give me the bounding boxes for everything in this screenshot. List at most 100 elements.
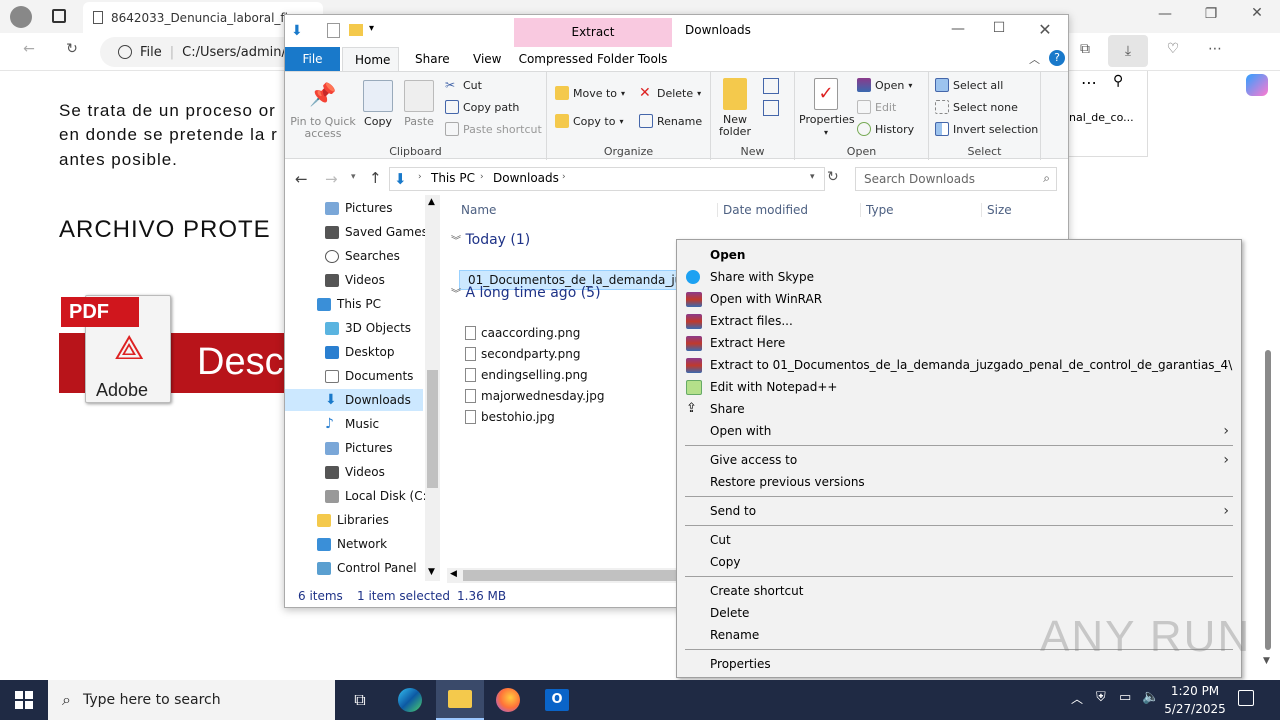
- tab-file[interactable]: File: [285, 47, 340, 71]
- column-name[interactable]: Name: [461, 203, 496, 217]
- help-icon[interactable]: ?: [1049, 50, 1065, 66]
- more-menu-icon[interactable]: ⋯: [1200, 41, 1230, 57]
- scroll-down-icon[interactable]: ▼: [428, 567, 435, 577]
- delete-button[interactable]: ✕ Delete ▾: [639, 86, 701, 100]
- collapse-ribbon-icon[interactable]: ︿: [1029, 51, 1040, 67]
- minimize-button[interactable]: —: [938, 21, 978, 37]
- nav-item-desktop[interactable]: Desktop: [325, 341, 395, 363]
- refresh-icon[interactable]: ↻: [57, 41, 87, 57]
- outlook-taskbar-button[interactable]: O: [533, 680, 581, 720]
- scroll-left-icon[interactable]: ◀: [450, 569, 457, 579]
- browser-maximize-button[interactable]: ❐: [1196, 6, 1226, 22]
- taskbar-search-box[interactable]: ⌕ Type here to search: [48, 680, 335, 720]
- back-icon[interactable]: ←: [295, 170, 308, 188]
- up-icon[interactable]: ↑: [369, 169, 382, 187]
- nav-item-downloads[interactable]: ⬇ Downloads: [285, 389, 423, 411]
- menu-item-cut[interactable]: Cut: [677, 529, 1241, 551]
- pin-icon[interactable]: ⚲: [1113, 73, 1123, 89]
- breadcrumb-downloads[interactable]: Downloads: [493, 171, 559, 185]
- tab-share[interactable]: Share: [403, 47, 453, 71]
- breadcrumb-this-pc[interactable]: This PC: [431, 171, 475, 185]
- refresh-icon[interactable]: ↻: [827, 169, 839, 185]
- new-item-icon[interactable]: [763, 78, 779, 94]
- file-item[interactable]: bestohio.jpg: [465, 407, 555, 427]
- invert-selection-button[interactable]: Invert selection: [935, 122, 1038, 136]
- security-icon[interactable]: ⛨: [1096, 690, 1106, 705]
- menu-item-extract-here[interactable]: Extract Here: [677, 332, 1241, 354]
- address-bar[interactable]: File | C:/Users/admin/: [100, 37, 300, 67]
- menu-item-share-with-skype[interactable]: Share with Skype: [677, 266, 1241, 288]
- menu-item-open[interactable]: Open: [677, 244, 1241, 266]
- task-view-button[interactable]: ⧉: [336, 680, 384, 720]
- group-header-long-time-ago[interactable]: ︾ A long time ago (5): [451, 285, 601, 301]
- nav-item-network[interactable]: Network: [317, 533, 387, 555]
- new-folder-quick-icon[interactable]: [349, 24, 363, 36]
- properties-button[interactable]: ✓ Properties ▾: [799, 78, 855, 139]
- quick-access-down-icon[interactable]: ⬇: [291, 23, 305, 39]
- nav-item-searches[interactable]: Searches: [325, 245, 400, 267]
- start-button[interactable]: [0, 680, 48, 720]
- nav-item-3d-objects[interactable]: 3D Objects: [325, 317, 411, 339]
- column-size[interactable]: Size: [981, 203, 1012, 217]
- tab-view[interactable]: View: [461, 47, 507, 71]
- firefox-taskbar-button[interactable]: [484, 680, 532, 720]
- scroll-thumb[interactable]: [1265, 350, 1271, 650]
- group-header-today[interactable]: ︾ Today (1): [451, 232, 530, 248]
- column-type[interactable]: Type: [860, 203, 894, 217]
- file-explorer-taskbar-button[interactable]: [436, 680, 484, 720]
- browser-essentials-icon[interactable]: ♡: [1158, 41, 1188, 57]
- downloads-button[interactable]: ⤓: [1108, 35, 1148, 67]
- menu-item-copy[interactable]: Copy: [677, 551, 1241, 573]
- file-item[interactable]: secondparty.png: [465, 344, 580, 364]
- notifications-icon[interactable]: [1238, 690, 1254, 706]
- select-all-button[interactable]: Select all: [935, 78, 1003, 92]
- close-button[interactable]: ✕: [1025, 20, 1065, 39]
- copy-button[interactable]: Copy: [361, 80, 395, 128]
- nav-item-pictures-2[interactable]: Pictures: [325, 437, 393, 459]
- browser-minimize-button[interactable]: —: [1150, 6, 1180, 22]
- menu-item-open-with-winrar[interactable]: Open with WinRAR: [677, 288, 1241, 310]
- customize-toolbar-icon[interactable]: ▾: [369, 23, 374, 34]
- tab-home[interactable]: Home: [342, 47, 399, 71]
- rename-button[interactable]: Rename: [639, 114, 702, 128]
- paste-button[interactable]: Paste: [401, 80, 437, 128]
- open-button[interactable]: Open ▾: [857, 78, 912, 92]
- nav-item-videos-2[interactable]: Videos: [325, 461, 385, 483]
- menu-item-open-with[interactable]: Open with ›: [677, 420, 1241, 442]
- file-item[interactable]: endingselling.png: [465, 365, 588, 385]
- paste-shortcut-button[interactable]: Paste shortcut: [445, 122, 542, 136]
- menu-item-extract-to[interactable]: Extract to 01_Documentos_de_la_demanda_j…: [677, 354, 1241, 376]
- nav-item-control-panel[interactable]: Control Panel: [317, 557, 417, 579]
- copy-to-button[interactable]: Copy to ▾: [555, 114, 623, 128]
- network-icon[interactable]: ▭: [1119, 690, 1131, 705]
- menu-item-create-shortcut[interactable]: Create shortcut: [677, 580, 1241, 602]
- scroll-thumb[interactable]: [427, 370, 438, 488]
- nav-item-local-disk[interactable]: Local Disk (C:): [325, 485, 431, 507]
- history-button[interactable]: History: [857, 122, 914, 136]
- move-to-button[interactable]: Move to ▾: [555, 86, 625, 100]
- file-item[interactable]: majorwednesday.jpg: [465, 386, 604, 406]
- browser-close-button[interactable]: ✕: [1242, 5, 1272, 21]
- edit-button[interactable]: Edit: [857, 100, 896, 114]
- menu-item-give-access-to[interactable]: Give access to ›: [677, 449, 1241, 471]
- pdf-download-banner[interactable]: ⟁ Adobe PDF Desc: [59, 295, 299, 403]
- select-none-button[interactable]: Select none: [935, 100, 1018, 114]
- new-folder-button[interactable]: New folder: [715, 78, 755, 138]
- nav-item-this-pc[interactable]: This PC: [317, 293, 381, 315]
- pin-quick-access-button[interactable]: 📌 Pin to Quick access: [289, 80, 357, 140]
- menu-item-share[interactable]: ⇪ Share: [677, 398, 1241, 420]
- menu-item-edit-notepad[interactable]: Edit with Notepad++: [677, 376, 1241, 398]
- scroll-down-icon[interactable]: ▼: [1263, 656, 1270, 666]
- easy-access-icon[interactable]: [763, 100, 779, 116]
- show-hidden-icons-icon[interactable]: ︿: [1071, 690, 1083, 707]
- file-item[interactable]: caaccording.png: [465, 323, 580, 343]
- copilot-icon[interactable]: [1246, 74, 1268, 96]
- properties-quick-icon[interactable]: [327, 23, 340, 38]
- search-box[interactable]: Search Downloads ⌕: [855, 167, 1057, 191]
- system-clock[interactable]: 1:20 PM 5/27/2025: [1160, 682, 1230, 718]
- cut-button[interactable]: ✂ Cut: [445, 78, 482, 92]
- address-dropdown-icon[interactable]: ▾: [810, 172, 815, 182]
- menu-item-extract-files[interactable]: Extract files...: [677, 310, 1241, 332]
- column-date-modified[interactable]: Date modified: [717, 203, 808, 217]
- scroll-thumb[interactable]: [463, 570, 683, 581]
